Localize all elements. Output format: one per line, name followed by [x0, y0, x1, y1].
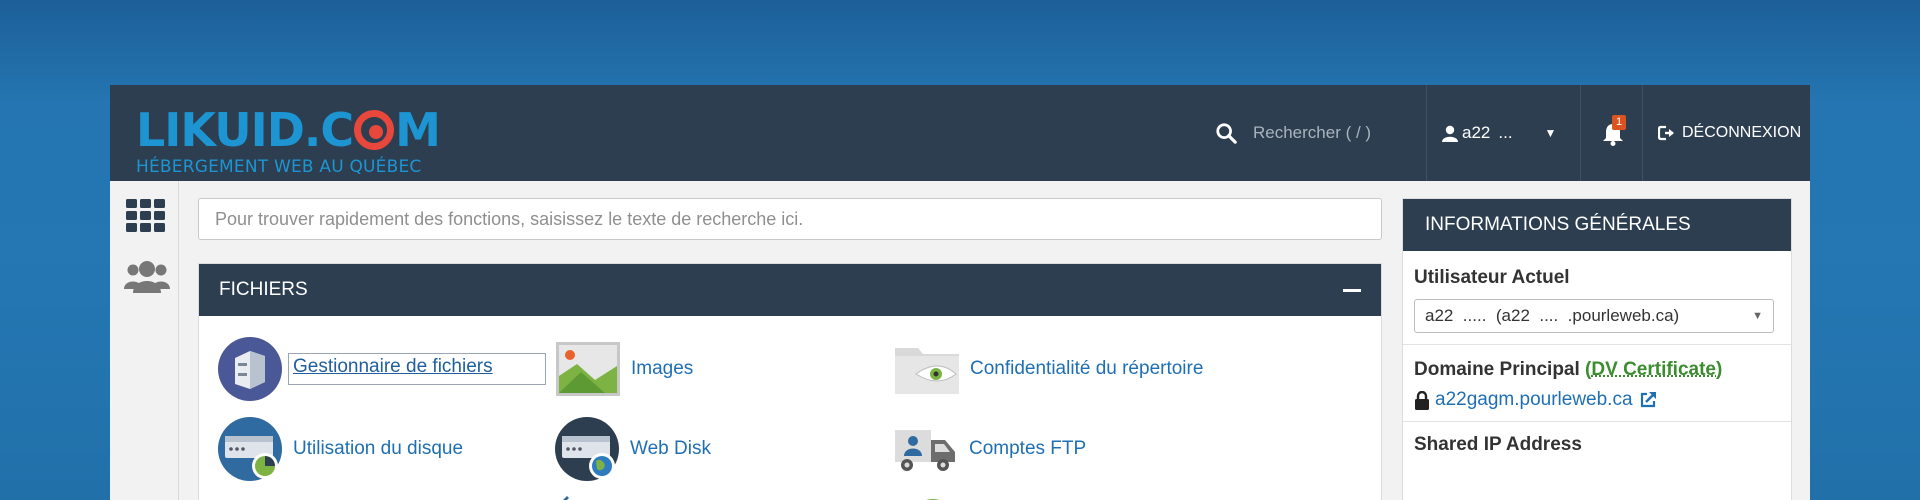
divider	[1580, 85, 1581, 181]
primary-domain-link[interactable]: a22gagm.pourleweb.ca	[1435, 389, 1633, 411]
users-icon[interactable]	[123, 259, 171, 295]
top-navbar: LIKUID.C M HÉBERGEMENT WEB AU QUÉBEC a22 …	[110, 85, 1810, 181]
images-link[interactable]: Images	[555, 336, 693, 402]
primary-domain-row: a22gagm.pourleweb.ca	[1414, 389, 1780, 411]
files-panel-header[interactable]: FICHIERS	[199, 264, 1381, 316]
global-search	[1215, 85, 1405, 181]
ftp-accounts-icon	[895, 430, 955, 471]
logout-label: DÉCONNEXION	[1682, 124, 1802, 141]
chevron-down-icon: ▼	[1544, 126, 1557, 140]
username: a22	[1462, 123, 1491, 142]
general-info-title: INFORMATIONS GÉNÉRALES	[1403, 199, 1791, 251]
divider	[1426, 85, 1427, 181]
notification-badge: 1	[1612, 115, 1627, 130]
item-label: Gestionnaire de fichiers	[293, 356, 493, 377]
logo-text: LIKUID.C	[136, 103, 354, 157]
cert-open: (	[1579, 359, 1592, 380]
general-info-panel: INFORMATIONS GÉNÉRALES Utilisateur Actue…	[1402, 198, 1792, 500]
external-link-icon[interactable]	[1639, 391, 1657, 409]
current-user-select[interactable]: a22 ..... (a22 .... .pourleweb.ca) ▼	[1414, 299, 1774, 333]
logo-wordmark: LIKUID.C M	[136, 103, 441, 157]
username-mask: ...	[1498, 123, 1513, 142]
divider	[1403, 344, 1791, 345]
function-search-input[interactable]	[198, 198, 1382, 240]
user-menu[interactable]: a22 ... ▼	[1442, 85, 1556, 181]
images-icon	[556, 342, 620, 396]
web-disk-link[interactable]: Web Disk	[554, 416, 711, 482]
divider	[1403, 421, 1791, 422]
item-label: Web Disk	[630, 438, 711, 459]
user-icon	[1442, 125, 1458, 142]
ftp-accounts-link[interactable]: Comptes FTP	[893, 416, 1086, 482]
panel-title: FICHIERS	[219, 279, 308, 300]
logout-button[interactable]: DÉCONNEXION	[1658, 85, 1801, 181]
grid-icon[interactable]	[126, 199, 166, 233]
item-label: Images	[631, 358, 694, 379]
collapse-icon[interactable]	[1343, 288, 1361, 292]
web-disk-icon	[555, 417, 619, 481]
global-search-input[interactable]	[1251, 122, 1405, 144]
brand-logo[interactable]: LIKUID.C M HÉBERGEMENT WEB AU QUÉBEC	[136, 103, 441, 177]
files-panel: FICHIERS Gestionnaire de fichiers Images…	[198, 263, 1382, 500]
item-label: Comptes FTP	[969, 438, 1087, 459]
shared-ip-label: Shared IP Address	[1414, 434, 1582, 455]
sidebar	[110, 181, 179, 500]
current-user-label: Utilisateur Actuel	[1414, 267, 1570, 288]
dv-certificate-link[interactable]: DV Certificate	[1591, 359, 1716, 380]
partial-icon	[563, 496, 569, 500]
lock-icon	[1415, 390, 1429, 410]
chevron-down-icon: ▼	[1752, 310, 1763, 322]
logo-tagline: HÉBERGEMENT WEB AU QUÉBEC	[136, 157, 422, 177]
focused-outline: Gestionnaire de fichiers	[288, 353, 546, 385]
item-label: Confidentialité du répertoire	[970, 358, 1204, 379]
disk-usage-link[interactable]: Utilisation du disque	[217, 416, 463, 482]
logo-target-icon	[354, 110, 395, 150]
primary-domain-label: Domaine Principal	[1414, 359, 1580, 380]
divider	[1642, 85, 1643, 181]
partial-icon	[926, 499, 940, 500]
directory-privacy-icon	[895, 348, 959, 394]
file-manager-icon	[218, 337, 282, 401]
disk-usage-icon	[218, 417, 282, 481]
cert-close: )	[1716, 359, 1723, 380]
primary-domain-label-row: Domaine Principal (DV Certificate)	[1414, 356, 1780, 383]
logout-icon	[1658, 125, 1674, 141]
general-info-body: Utilisateur Actuel a22 ..... (a22 .... .…	[1403, 267, 1791, 456]
search-icon	[1216, 123, 1237, 144]
item-label: Utilisation du disque	[293, 438, 464, 459]
current-user-value: a22 ..... (a22 .... .pourleweb.ca)	[1425, 306, 1680, 325]
directory-privacy-link[interactable]: Confidentialité du répertoire	[894, 336, 1203, 402]
logo-text-end: M	[395, 103, 441, 157]
cpanel-window: LIKUID.C M HÉBERGEMENT WEB AU QUÉBEC a22 …	[110, 85, 1810, 500]
file-manager-link[interactable]: Gestionnaire de fichiers	[217, 336, 546, 402]
